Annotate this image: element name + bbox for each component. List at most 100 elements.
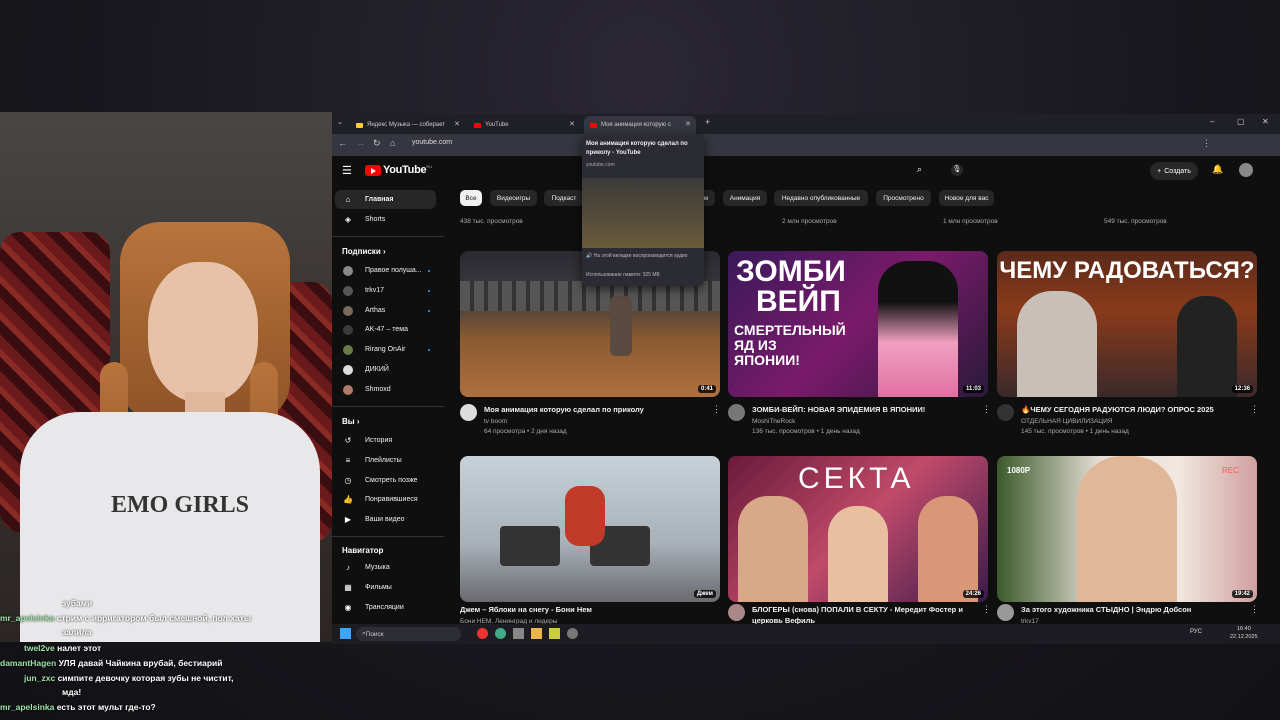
mic-icon[interactable]: 🎙 <box>951 164 963 176</box>
close-tab-icon[interactable]: ✕ <box>569 120 575 128</box>
channel-name[interactable]: ОТДЕЛЬНАЯ ЦИВИЛИЗАЦИЯ <box>1021 417 1251 426</box>
sidebar-item-playlists[interactable]: ≡ Плейлисты <box>335 451 436 470</box>
more-options-icon[interactable]: ⋮ <box>1250 404 1259 415</box>
channel-avatar[interactable] <box>997 404 1014 421</box>
chip-new-for-you[interactable]: Новое для вас <box>939 190 994 206</box>
sidebar-sub-item[interactable]: Arthas <box>335 301 436 320</box>
more-options-icon[interactable]: ⋮ <box>982 404 991 415</box>
channel-avatar[interactable] <box>728 404 745 421</box>
video-thumbnail[interactable]: 1080P REC 19:42 <box>997 456 1257 602</box>
youtube-logo[interactable]: YouTube RU <box>365 164 432 176</box>
chip-videogames[interactable]: Видеоигры <box>490 190 537 206</box>
more-options-icon[interactable]: ⋮ <box>1250 604 1259 615</box>
sidebar-item-liked[interactable]: 👍 Понравившиеся <box>335 490 436 509</box>
watch-later-icon: ◷ <box>344 475 352 485</box>
chat-text: УЛЯ давай Чайкина врубай, бестиарий <box>58 658 223 668</box>
create-button[interactable]: + Создать <box>1150 162 1198 180</box>
app-icon[interactable] <box>513 628 524 639</box>
channel-name[interactable]: tv boom <box>484 417 714 426</box>
avatar[interactable] <box>1239 163 1253 177</box>
clock-date[interactable]: 22.12.2025 <box>1230 634 1258 640</box>
logo-region: RU <box>426 163 433 169</box>
video-meta: 64 просмотра • 2 дня назад <box>484 428 567 435</box>
chip-recent[interactable]: Недавно опубликованные <box>774 190 868 206</box>
minimize-icon[interactable]: – <box>1210 117 1214 126</box>
reload-icon[interactable]: ↻ <box>373 138 381 149</box>
chat-message: twel2ve налет этот <box>24 643 101 653</box>
explorer-icon[interactable] <box>531 628 542 639</box>
language-indicator[interactable]: РУС <box>1190 629 1202 635</box>
thumb-text: СМЕРТЕЛЬНЫЙ ЯД ИЗ ЯПОНИИ! <box>734 322 846 368</box>
search-icon[interactable]: ⌕ <box>917 164 922 175</box>
menu-icon[interactable]: ☰ <box>342 164 352 177</box>
home-icon[interactable]: ⌂ <box>390 138 395 148</box>
sidebar-item-home[interactable]: ⌂ Главная <box>335 190 436 209</box>
chip-podcasts[interactable]: Подкаст <box>544 190 584 206</box>
sidebar-item-movies[interactable]: ▦ Фильмы <box>335 578 436 597</box>
tab-yandex-music[interactable]: Яндекс Музыка — собирает ✕ <box>350 116 465 134</box>
home-icon: ⌂ <box>345 194 351 204</box>
chrome-icon[interactable] <box>495 628 506 639</box>
sidebar-sub-item[interactable]: AK-47 – тема <box>335 320 436 339</box>
chip-animation[interactable]: Анимация <box>723 190 767 206</box>
sidebar-sub-item[interactable]: ДИКИЙ <box>335 360 436 379</box>
video-title[interactable]: ЗОМБИ-ВЕЙП: НОВАЯ ЭПИДЕМИЯ В ЯПОНИИ! <box>752 404 982 415</box>
thumb-text: 1080P <box>1007 466 1031 475</box>
chat-text: стрим с ирригатором был смешной, пол хат… <box>56 613 252 623</box>
sidebar-item-shorts[interactable]: ◈ Shorts <box>335 210 436 229</box>
you-header[interactable]: Вы › <box>342 417 360 426</box>
close-tab-icon[interactable]: ✕ <box>685 120 691 128</box>
video-thumbnail[interactable]: СЕКТА 24:26 <box>728 456 988 602</box>
sidebar-sub-item[interactable]: Rirang OnAir <box>335 340 436 359</box>
video-thumbnail[interactable]: ЗОМБИ ВЕЙП СМЕРТЕЛЬНЫЙ ЯД ИЗ ЯПОНИИ! 11:… <box>728 251 988 397</box>
video-title[interactable]: Моя анимация которую сделал по приколу <box>484 404 714 415</box>
tab-youtube[interactable]: YouTube ✕ <box>468 116 580 134</box>
sidebar-item-history[interactable]: ↺ История <box>335 431 436 450</box>
video-title[interactable]: Джем – Яблоки на снегу - Бони Нем <box>460 604 690 615</box>
new-tab-icon[interactable]: + <box>705 117 710 127</box>
sidebar-item-label: Музыка <box>365 564 390 571</box>
video-title[interactable]: 🔥ЧЕМУ СЕГОДНЯ РАДУЮТСЯ ЛЮДИ? ОПРОС 2025 <box>1021 404 1251 415</box>
notifications-icon[interactable]: 🔔 <box>1212 164 1223 175</box>
app-icon[interactable] <box>549 628 560 639</box>
close-tab-icon[interactable]: ✕ <box>454 120 460 128</box>
tab-animation-video[interactable]: Моя анимация которую с ✕ <box>584 116 696 134</box>
video-thumbnail[interactable]: ЧЕМУ РАДОВАТЬСЯ? 12:36 <box>997 251 1257 397</box>
back-icon[interactable]: ← <box>338 138 347 148</box>
sidebar-item-label: Rirang OnAir <box>365 346 406 353</box>
url-field[interactable]: youtube.com <box>412 139 452 146</box>
channel-avatar[interactable] <box>997 604 1014 621</box>
start-icon[interactable] <box>340 628 351 639</box>
yandex-browser-icon[interactable] <box>477 628 488 639</box>
movies-icon: ▦ <box>344 582 352 592</box>
new-content-dot <box>428 289 430 292</box>
sidebar-sub-item[interactable]: trkv17 <box>335 281 436 300</box>
clock-time[interactable]: 16:40 <box>1237 626 1251 632</box>
sidebar-sub-item[interactable]: Правое полуша... <box>335 261 436 280</box>
taskbar-search[interactable]: ⌕ Поиск <box>356 627 461 641</box>
sidebar-item-music[interactable]: ♪ Музыка <box>335 558 436 577</box>
video-thumbnail[interactable]: Джем <box>460 456 720 602</box>
sidebar-sub-item[interactable]: Shmoxd <box>335 380 436 399</box>
app-icon[interactable] <box>567 628 578 639</box>
more-options-icon[interactable]: ⋮ <box>982 604 991 615</box>
video-title[interactable]: БЛОГЕРЫ (снова) ПОПАЛИ В СЕКТУ - Мередит… <box>752 604 982 626</box>
sidebar-item-your-videos[interactable]: ▶ Ваши видео <box>335 510 436 529</box>
sidebar-item-live[interactable]: ◉ Трансляции <box>335 598 436 617</box>
sidebar-item-watch-later[interactable]: ◷ Смотреть позже <box>335 471 436 490</box>
forward-icon[interactable]: → <box>356 138 365 148</box>
channel-name[interactable]: MoshiTheRock <box>752 417 982 426</box>
close-window-icon[interactable]: ✕ <box>1262 117 1269 126</box>
video-title[interactable]: За этого художника СТЫДНО | Эндрю Добсон <box>1021 604 1251 615</box>
channel-avatar[interactable] <box>728 604 745 621</box>
chip-watched[interactable]: Просмотрено <box>876 190 931 206</box>
tab-search-icon[interactable]: ⌄ <box>337 118 343 126</box>
more-options-icon[interactable]: ⋮ <box>712 404 721 415</box>
maximize-icon[interactable]: ▢ <box>1237 117 1245 126</box>
create-label: Создать <box>1164 167 1191 175</box>
channel-avatar[interactable] <box>460 404 477 421</box>
extensions-icon[interactable]: ⋮ <box>1202 138 1211 149</box>
subscriptions-header[interactable]: Подписки › <box>342 247 386 256</box>
subscriptions-header-label: Подписки <box>342 247 381 256</box>
chip-all[interactable]: Все <box>460 190 482 206</box>
